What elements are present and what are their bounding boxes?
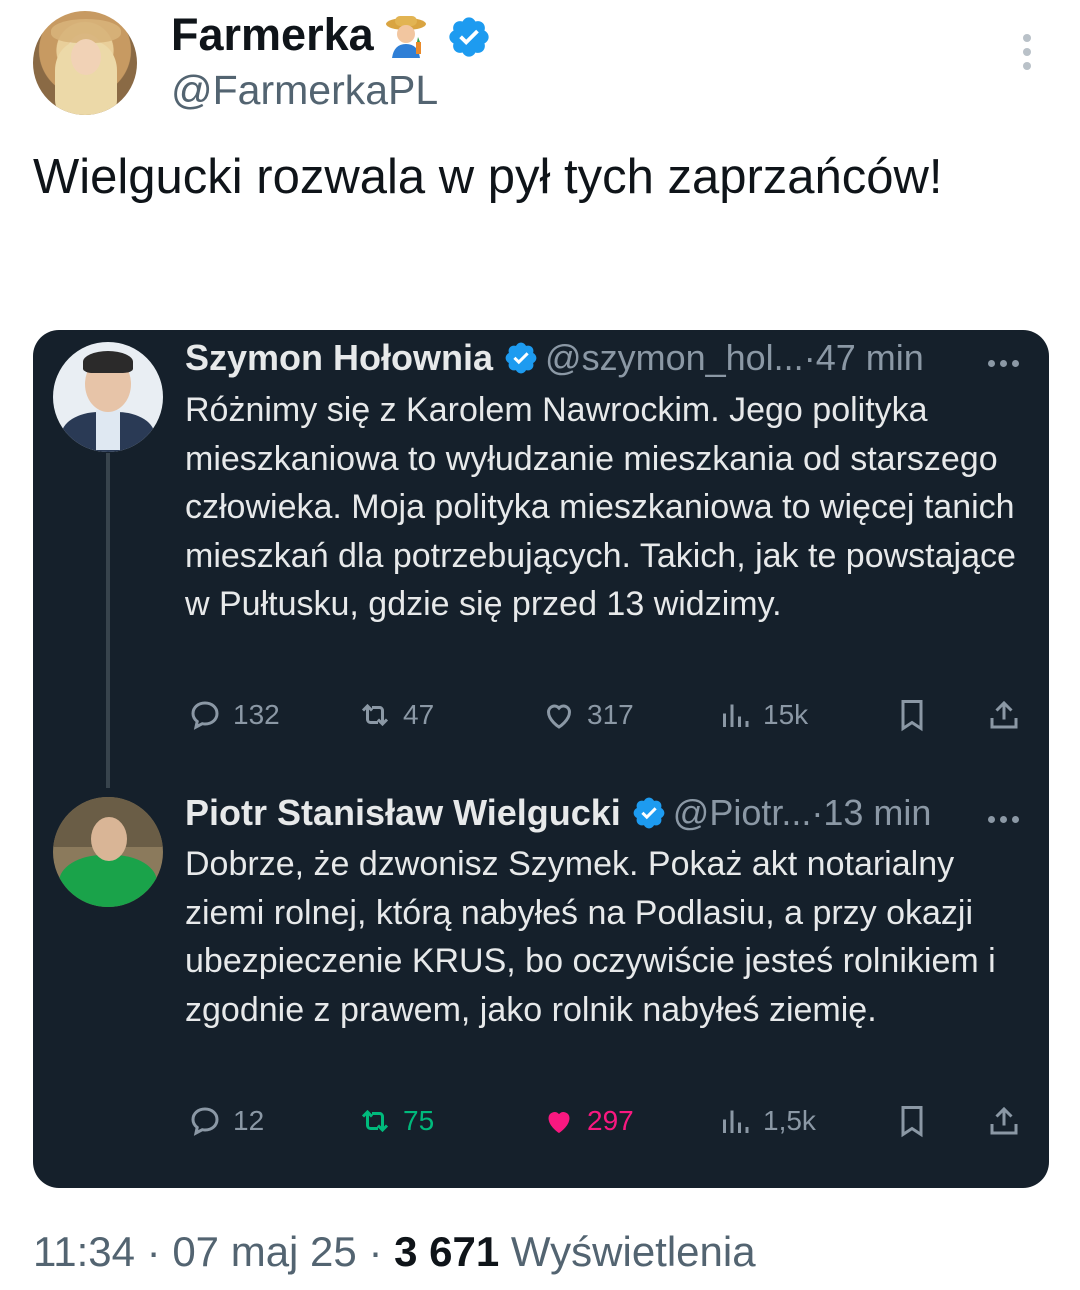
post-text: Różnimy się z Karolem Nawrockim. Jego po… — [185, 391, 1016, 624]
post-author-handle[interactable]: @Piotr... — [673, 792, 812, 833]
repost-icon — [361, 703, 389, 727]
reply-icon — [191, 701, 219, 730]
share-icon[interactable] — [986, 697, 1022, 733]
tweet-time[interactable]: 11:34 — [33, 1228, 135, 1275]
more-options-icon[interactable] — [1013, 34, 1041, 70]
post-header-1: Szymon Hołownia @szymon_hol...·47 min — [185, 336, 924, 380]
post-more-icon[interactable] — [988, 808, 1028, 823]
like-button[interactable]: 317 — [541, 697, 634, 733]
like-count: 317 — [587, 699, 634, 730]
tweet-views-label: Wyświetlenia — [499, 1228, 756, 1275]
verified-badge-icon — [449, 17, 489, 57]
post-more-icon[interactable] — [988, 352, 1028, 367]
author-avatar[interactable] — [33, 11, 137, 115]
verified-badge-icon — [505, 342, 537, 374]
repost-count: 75 — [403, 1105, 435, 1136]
reply-count: 12 — [233, 1105, 265, 1136]
tweet-views-count: 3 671 — [394, 1228, 500, 1275]
post-time[interactable]: 13 min — [823, 792, 931, 833]
bookmark-icon[interactable] — [894, 1103, 930, 1139]
post-author-name[interactable]: Szymon Hołownia — [185, 337, 493, 378]
bookmark-icon[interactable] — [894, 697, 930, 733]
like-button[interactable]: 297 — [541, 1103, 634, 1139]
post-avatar-wielgucki[interactable] — [53, 797, 163, 907]
meta-separator: · — [356, 1228, 395, 1275]
reply-icon — [191, 1107, 219, 1136]
farmer-emoji-icon — [386, 16, 426, 58]
views-button[interactable]: 15k — [717, 697, 808, 733]
repost-count: 47 — [403, 699, 435, 730]
post-author-name[interactable]: Piotr Stanisław Wielgucki — [185, 792, 621, 833]
meta-separator: · — [135, 1228, 173, 1275]
author-display-name[interactable]: Farmerka — [171, 9, 374, 61]
post-avatar-holownia[interactable] — [53, 342, 163, 452]
tweet-metadata: 11:34 · 07 maj 25 · 3 671 Wyświetlenia — [33, 1226, 756, 1278]
views-chart-icon — [723, 1110, 749, 1133]
tweet-date[interactable]: 07 maj 25 — [172, 1228, 356, 1275]
views-button[interactable]: 1,5k — [717, 1103, 816, 1139]
post-text: Dobrze, że dzwonisz Szymek. Pokaż akt no… — [185, 845, 996, 1029]
repost-icon — [361, 1109, 389, 1133]
post-time[interactable]: 47 min — [816, 337, 924, 378]
reply-count: 132 — [233, 699, 280, 730]
heart-icon — [546, 704, 572, 729]
meta-separator: · — [803, 337, 816, 378]
tweet-text: Wielgucki rozwala w pył tych zaprzańców! — [33, 150, 943, 204]
verified-badge-icon — [633, 797, 665, 829]
repost-button[interactable]: 47 — [357, 697, 434, 733]
views-count: 15k — [763, 699, 809, 730]
meta-separator: · — [811, 792, 824, 833]
views-count: 1,5k — [763, 1105, 816, 1136]
post-author-handle[interactable]: @szymon_hol... — [545, 337, 804, 378]
author-handle[interactable]: @FarmerkaPL — [171, 65, 438, 115]
thread-connector-line — [106, 453, 110, 788]
views-chart-icon — [723, 704, 749, 727]
heart-filled-icon — [548, 1112, 570, 1133]
share-icon[interactable] — [986, 1103, 1022, 1139]
repost-button[interactable]: 75 — [357, 1103, 434, 1139]
like-count: 297 — [587, 1105, 634, 1136]
post-header-2: Piotr Stanisław Wielgucki @Piotr...·13 mi… — [185, 791, 931, 835]
reply-button[interactable]: 12 — [187, 1103, 264, 1139]
reply-button[interactable]: 132 — [187, 697, 280, 733]
